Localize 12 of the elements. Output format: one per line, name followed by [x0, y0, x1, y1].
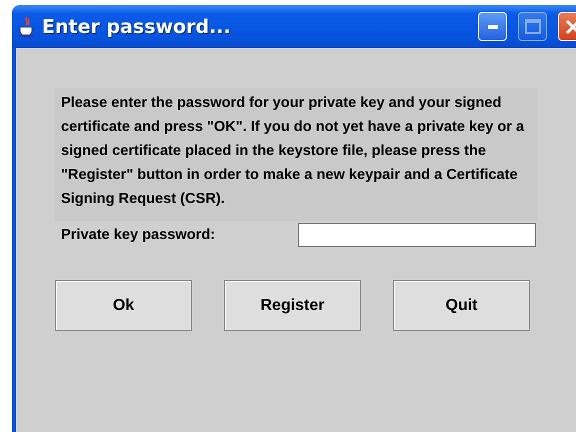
instructions-text: Please enter the password for your private key and your signed certificate and press "OK". If you do not yet have a private key or a signed certificate placed in the keystore file, please press the "Register" button in order to make a new keypair and a Certificate Signing Request (CSR). [55, 88, 537, 221]
dialog-button[interactable]: Ok [55, 280, 192, 331]
minimize-icon [488, 24, 498, 28]
close-icon [564, 18, 576, 34]
coffee-cup-icon [18, 16, 36, 38]
window-title: Enter password... [42, 16, 232, 38]
password-label: Private key password: [60, 227, 216, 243]
dialog-button[interactable]: Quit [393, 280, 530, 331]
maximize-icon [524, 19, 540, 34]
password-field[interactable] [298, 223, 536, 247]
dialog-button[interactable]: Register [224, 280, 361, 331]
minimize-button[interactable] [478, 12, 507, 41]
